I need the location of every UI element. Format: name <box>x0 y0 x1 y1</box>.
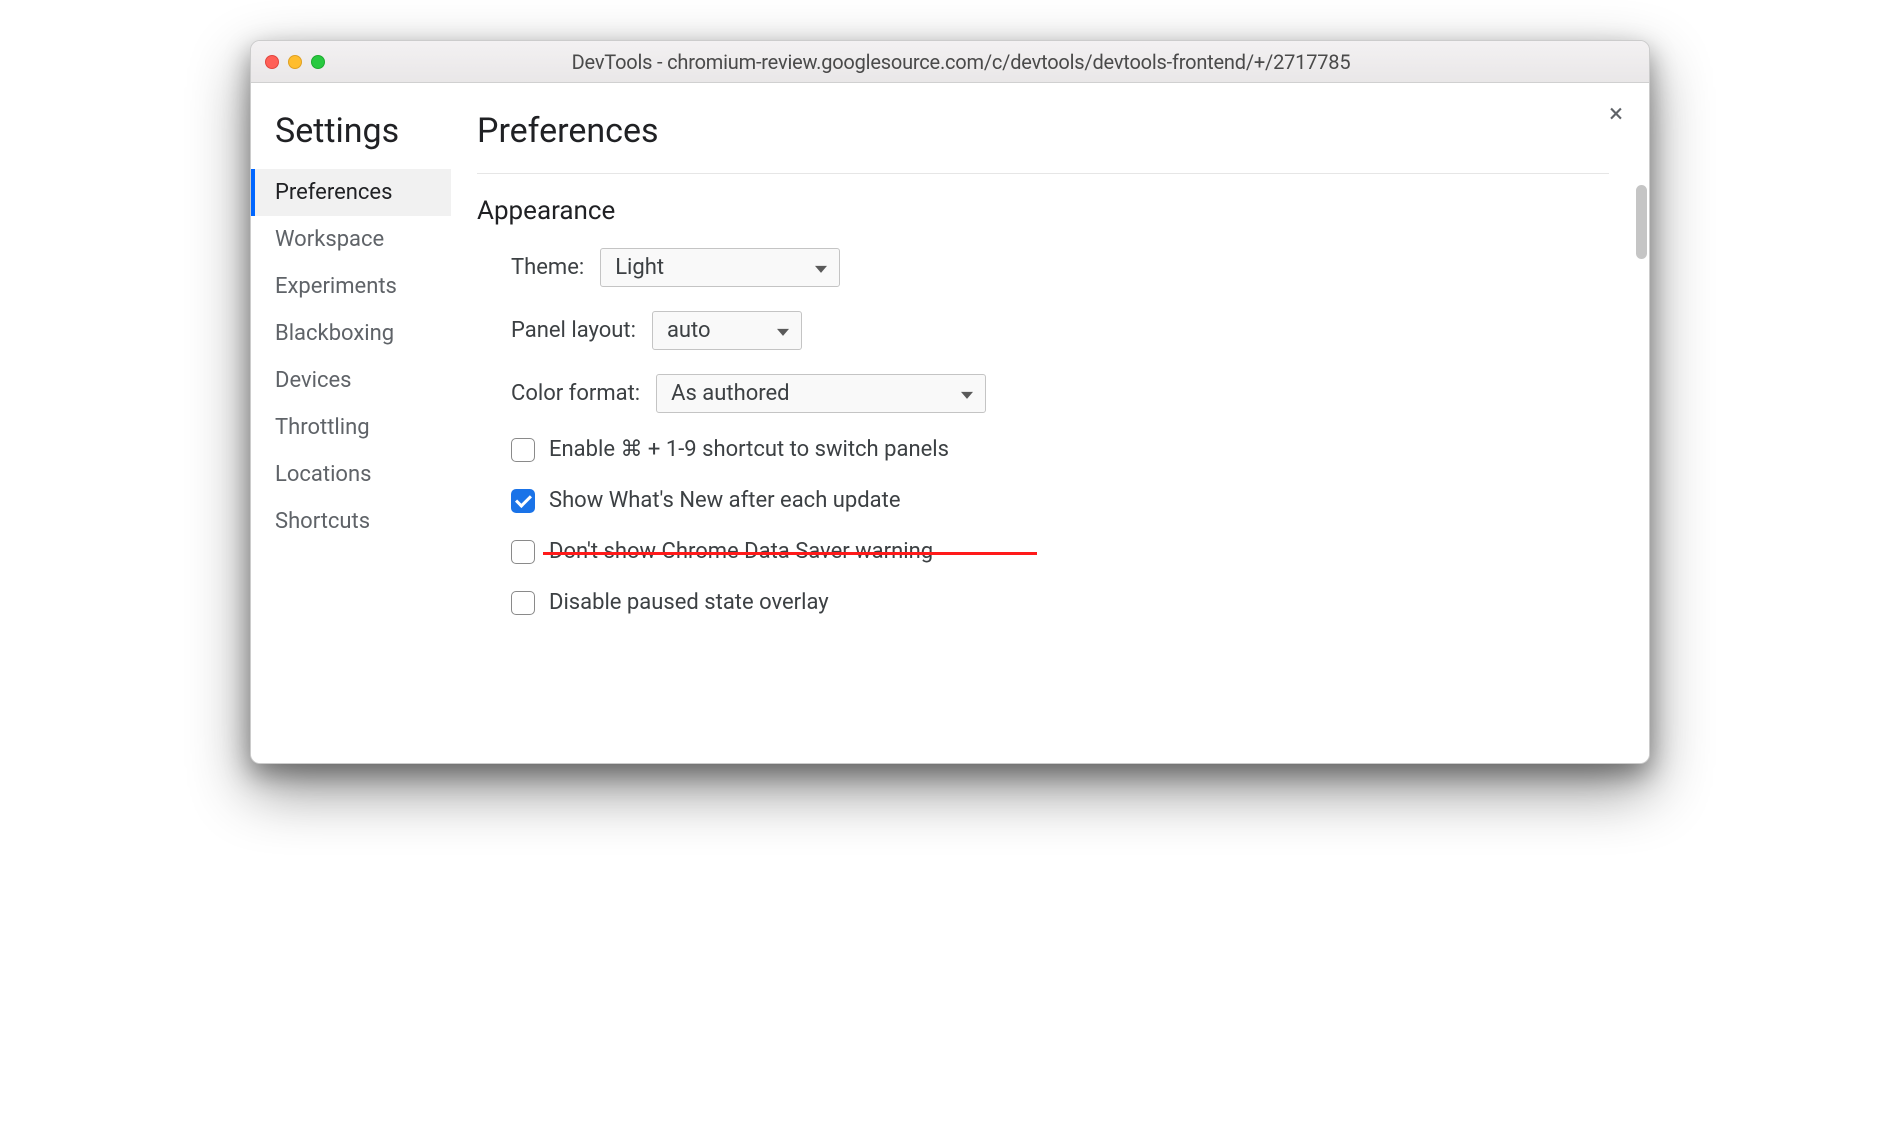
sidebar-item-label: Shortcuts <box>275 509 370 534</box>
panel-layout-select[interactable]: auto <box>652 311 802 350</box>
theme-label: Theme: <box>511 255 584 280</box>
sidebar-item-label: Preferences <box>275 180 392 205</box>
panel-layout-value: auto <box>667 318 711 343</box>
sidebar-item-throttling[interactable]: Throttling <box>251 404 451 451</box>
sidebar-item-shortcuts[interactable]: Shortcuts <box>251 498 451 545</box>
page-title: Preferences <box>477 111 1609 174</box>
checkbox-row-datasaver: Don't show Chrome Data Saver warning <box>511 539 1011 564</box>
panel-layout-row: Panel layout: auto <box>511 311 1609 350</box>
color-format-label: Color format: <box>511 381 640 406</box>
color-format-row: Color format: As authored <box>511 374 1609 413</box>
sidebar-item-label: Blackboxing <box>275 321 394 346</box>
sidebar-item-label: Devices <box>275 368 352 393</box>
window-title: DevTools - chromium-review.googlesource.… <box>287 50 1635 74</box>
pausedoverlay-checkbox[interactable] <box>511 591 535 615</box>
window-titlebar: DevTools - chromium-review.googlesource.… <box>251 41 1649 83</box>
sidebar-item-locations[interactable]: Locations <box>251 451 451 498</box>
settings-content: × Settings Preferences Workspace Experim… <box>251 83 1649 763</box>
sidebar-title: Settings <box>251 103 451 169</box>
sidebar-item-label: Experiments <box>275 274 397 299</box>
theme-row: Theme: Light <box>511 248 1609 287</box>
panel-layout-label: Panel layout: <box>511 318 636 343</box>
checkbox-row-shortcut: Enable ⌘ + 1-9 shortcut to switch panels <box>511 437 1609 462</box>
sidebar-item-workspace[interactable]: Workspace <box>251 216 451 263</box>
theme-select[interactable]: Light <box>600 248 840 287</box>
theme-value: Light <box>615 255 664 280</box>
sidebar-item-label: Throttling <box>275 415 370 440</box>
settings-main: Preferences Appearance Theme: Light Pane… <box>451 83 1649 763</box>
sidebar-item-devices[interactable]: Devices <box>251 357 451 404</box>
color-format-value: As authored <box>671 381 789 406</box>
shortcut-checkbox-label: Enable ⌘ + 1-9 shortcut to switch panels <box>549 437 949 462</box>
sidebar-item-experiments[interactable]: Experiments <box>251 263 451 310</box>
close-window-button[interactable] <box>265 55 279 69</box>
settings-sidebar: Settings Preferences Workspace Experimen… <box>251 83 451 763</box>
whatsnew-checkbox[interactable] <box>511 489 535 513</box>
app-window: DevTools - chromium-review.googlesource.… <box>250 40 1650 764</box>
color-format-select[interactable]: As authored <box>656 374 986 413</box>
shortcut-checkbox[interactable] <box>511 438 535 462</box>
sidebar-item-label: Workspace <box>275 227 384 252</box>
sidebar-item-label: Locations <box>275 462 371 487</box>
sidebar-item-blackboxing[interactable]: Blackboxing <box>251 310 451 357</box>
whatsnew-checkbox-label: Show What's New after each update <box>549 488 901 513</box>
checkbox-row-whatsnew: Show What's New after each update <box>511 488 1609 513</box>
appearance-heading: Appearance <box>477 196 1609 226</box>
checkbox-row-pausedoverlay: Disable paused state overlay <box>511 590 1609 615</box>
pausedoverlay-checkbox-label: Disable paused state overlay <box>549 590 829 615</box>
strikethrough-annotation <box>543 552 1037 555</box>
datasaver-checkbox[interactable] <box>511 540 535 564</box>
sidebar-item-preferences[interactable]: Preferences <box>251 169 451 216</box>
